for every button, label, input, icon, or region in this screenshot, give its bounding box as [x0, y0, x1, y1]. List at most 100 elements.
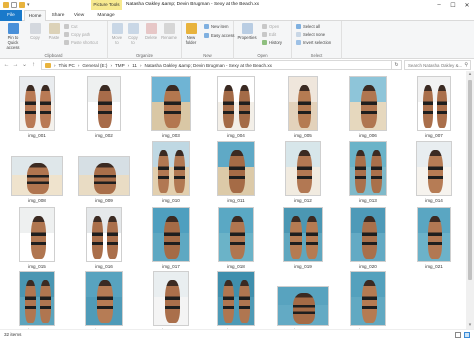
image-thumbnail[interactable] — [277, 286, 329, 326]
minimize-button[interactable]: – — [432, 0, 446, 10]
vertical-scrollbar[interactable]: ▴ ▾ — [466, 71, 474, 329]
file-item[interactable]: img_008 — [11, 156, 63, 203]
breadcrumb[interactable]: › This PC › General (E:) › TMP › 11 › Na… — [41, 60, 392, 70]
select-all-button[interactable]: Select all — [296, 24, 320, 29]
tab-view[interactable]: View — [70, 10, 88, 21]
image-thumbnail[interactable] — [19, 271, 55, 326]
file-item[interactable]: img_010 — [152, 141, 190, 203]
image-thumbnail[interactable] — [350, 271, 386, 326]
file-item[interactable]: img_018 — [218, 207, 254, 269]
file-item[interactable]: img_009 — [78, 156, 130, 203]
recent-locations-button[interactable]: ⌄ — [20, 60, 29, 70]
cut-button[interactable]: Cut — [64, 24, 78, 29]
image-thumbnail[interactable] — [11, 156, 63, 196]
file-item[interactable]: img_011 — [217, 141, 255, 203]
rename-button[interactable]: Rename — [160, 23, 178, 40]
open-button[interactable]: Open — [262, 24, 279, 29]
invert-selection-button[interactable]: Invert selection — [296, 40, 331, 45]
new-folder-button[interactable]: New folder — [184, 23, 198, 45]
image-thumbnail[interactable] — [86, 207, 122, 262]
breadcrumb-current-folder[interactable]: Natasha Oakley &amp; Devin Brugman - Sex… — [145, 63, 272, 68]
file-item[interactable]: img_016 — [86, 207, 122, 269]
image-thumbnail[interactable] — [19, 76, 55, 131]
file-item[interactable]: img_003 — [151, 76, 191, 138]
properties-button[interactable]: Properties — [236, 23, 258, 40]
file-item[interactable]: img_024 — [153, 271, 189, 329]
move-to-button[interactable]: Move to — [110, 23, 124, 45]
file-item[interactable]: img_013 — [349, 141, 387, 203]
edit-button[interactable]: Edit — [262, 32, 276, 37]
pin-quick-access-button[interactable]: Pin to Quick access — [2, 23, 24, 50]
copy-path-button[interactable]: Copy path — [64, 32, 90, 37]
close-button[interactable]: ✕ — [460, 0, 474, 10]
image-thumbnail[interactable] — [283, 207, 323, 262]
image-thumbnail[interactable] — [417, 76, 451, 131]
file-item[interactable]: img_001 — [19, 76, 55, 138]
file-item[interactable]: img_021 — [417, 207, 451, 269]
image-thumbnail[interactable] — [153, 271, 189, 326]
file-item[interactable]: img_025 — [217, 271, 255, 329]
file-item[interactable]: img_026 — [277, 286, 329, 329]
image-thumbnail[interactable] — [151, 76, 191, 131]
image-thumbnail[interactable] — [85, 271, 123, 326]
tab-manage[interactable]: Manage — [92, 10, 120, 21]
paste-shortcut-button[interactable]: Paste shortcut — [64, 40, 98, 45]
file-item[interactable]: img_022 — [19, 271, 55, 329]
copy-button[interactable]: Copy — [28, 23, 42, 40]
breadcrumb-this-pc[interactable]: This PC — [59, 63, 75, 68]
new-item-button[interactable]: New item — [204, 24, 228, 29]
easy-access-button[interactable]: Easy access — [204, 33, 235, 38]
image-thumbnail[interactable] — [218, 207, 254, 262]
scrollbar-thumb[interactable] — [468, 80, 472, 280]
image-thumbnail[interactable] — [417, 207, 451, 262]
paste-button[interactable]: Paste — [46, 23, 62, 40]
breadcrumb-general[interactable]: General (E:) — [82, 63, 107, 68]
image-thumbnail[interactable] — [78, 156, 130, 196]
maximize-button[interactable]: ☐ — [446, 0, 460, 10]
new-folder-icon[interactable] — [19, 2, 25, 8]
image-thumbnail[interactable] — [152, 207, 190, 262]
file-item[interactable]: img_019 — [283, 207, 323, 269]
copy-to-button[interactable]: Copy to — [126, 23, 140, 45]
history-button[interactable]: History — [262, 40, 282, 45]
file-item[interactable]: img_006 — [349, 76, 387, 138]
large-icons-view-icon[interactable] — [464, 332, 470, 338]
up-button[interactable]: ↑ — [29, 60, 38, 70]
image-thumbnail[interactable] — [87, 76, 121, 131]
delete-button[interactable]: Delete — [144, 23, 158, 40]
properties-icon[interactable] — [11, 2, 17, 8]
image-thumbnail[interactable] — [416, 141, 452, 196]
details-view-icon[interactable] — [455, 332, 461, 338]
search-input[interactable]: Search Natasha Oakley &... ⚲ — [404, 60, 471, 70]
image-thumbnail[interactable] — [350, 207, 386, 262]
refresh-button[interactable]: ↻ — [392, 60, 402, 70]
back-button[interactable]: ← — [2, 60, 11, 70]
file-item[interactable]: img_027 — [350, 271, 386, 329]
scroll-up-icon[interactable]: ▴ — [466, 71, 474, 78]
tab-share[interactable]: Share — [48, 10, 68, 21]
file-item[interactable]: img_004 — [217, 76, 255, 138]
file-item[interactable]: img_017 — [152, 207, 190, 269]
breadcrumb-tmp[interactable]: TMP — [115, 63, 125, 68]
image-thumbnail[interactable] — [217, 76, 255, 131]
tab-file[interactable]: File — [0, 10, 22, 21]
image-thumbnail[interactable] — [349, 76, 387, 131]
file-item[interactable]: img_007 — [417, 76, 451, 138]
file-item[interactable]: img_023 — [85, 271, 123, 329]
select-none-button[interactable]: Select none — [296, 32, 325, 37]
image-thumbnail[interactable] — [152, 141, 190, 196]
forward-button[interactable]: → — [11, 60, 20, 70]
image-thumbnail[interactable] — [285, 141, 321, 196]
file-item[interactable]: img_002 — [87, 76, 121, 138]
file-item[interactable]: img_020 — [350, 207, 386, 269]
scroll-down-icon[interactable]: ▾ — [466, 322, 474, 329]
image-thumbnail[interactable] — [217, 141, 255, 196]
image-thumbnail[interactable] — [19, 207, 55, 262]
chevron-down-icon[interactable]: ▾ — [27, 2, 30, 8]
file-item[interactable]: img_014 — [416, 141, 452, 203]
file-item[interactable]: img_012 — [285, 141, 321, 203]
image-thumbnail[interactable] — [349, 141, 387, 196]
image-thumbnail[interactable] — [288, 76, 318, 131]
image-thumbnail[interactable] — [217, 271, 255, 326]
file-item[interactable]: img_005 — [288, 76, 318, 138]
